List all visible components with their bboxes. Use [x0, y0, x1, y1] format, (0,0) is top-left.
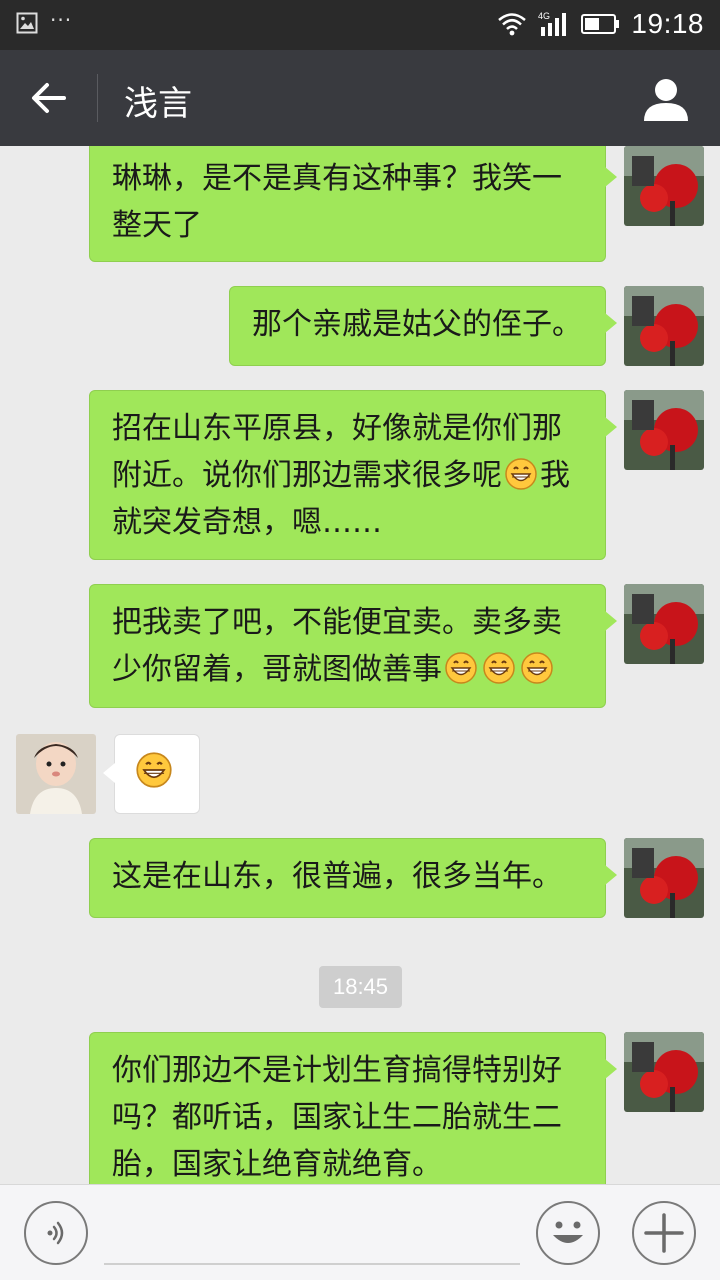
- message-text: 少你留着，哥就图做善事: [112, 652, 442, 687]
- smiley-icon: [553, 1221, 583, 1243]
- message-input[interactable]: [104, 1203, 520, 1265]
- grin-emoji-icon: [445, 652, 477, 684]
- message-bubble[interactable]: 这是在山东，很普遍，很多当年。: [89, 838, 617, 918]
- avatar-image: [624, 286, 704, 366]
- avatar-image: [16, 734, 96, 814]
- message-row: 这是在山东，很普遍，很多当年。: [0, 838, 720, 918]
- title-bar: 浅言: [0, 50, 720, 146]
- back-arrow-icon: [32, 83, 66, 113]
- contact-avatar[interactable]: [16, 734, 96, 814]
- more-dots-icon: ···: [50, 8, 73, 32]
- message-row: [0, 734, 720, 814]
- grin-emoji-icon: [483, 652, 515, 684]
- message-bubble[interactable]: 那个亲戚是姑父的侄子。: [229, 286, 617, 366]
- message-row: 招在山东平原县，好像就是你们那 附近。说你们那边需求很多呢 我 就突发奇想，嗯……: [0, 390, 720, 560]
- back-button[interactable]: [22, 74, 74, 122]
- network-label: 4G: [538, 11, 550, 21]
- message-row: 你们那边不是计划生育搞得特别好 吗？都听话，国家让生二胎就生二 胎，国家让绝育就…: [0, 1032, 720, 1184]
- title-divider: [97, 74, 98, 122]
- image-icon: [16, 12, 38, 34]
- voice-input-button[interactable]: [24, 1201, 88, 1265]
- status-bar: ··· 4G 19:18: [0, 0, 720, 50]
- message-bubble[interactable]: 你们那边不是计划生育搞得特别好 吗？都听话，国家让生二胎就生二 胎，国家让绝育就…: [89, 1032, 617, 1184]
- message-line: 少你留着，哥就图做善事: [112, 646, 583, 693]
- message-bubble[interactable]: [103, 734, 200, 814]
- grin-emoji-icon: [136, 752, 172, 788]
- message-text: 你们那边不是计划生育搞得特别好: [112, 1053, 562, 1088]
- clock: 19:18: [631, 8, 704, 39]
- message-text: 招在山东平原县，好像就是你们那: [112, 411, 562, 446]
- message-text: 就突发奇想，嗯……: [112, 505, 382, 540]
- signal-icon: 4G: [538, 11, 567, 36]
- my-avatar[interactable]: [624, 390, 704, 470]
- message-text: 整天了: [112, 208, 202, 243]
- chat-title: 浅言: [124, 84, 192, 124]
- message-text: 胎，国家让绝育就绝育。: [112, 1147, 442, 1182]
- grin-emoji-icon: [521, 652, 553, 684]
- chat-profile-button[interactable]: [642, 76, 690, 122]
- message-timestamp: 18:45: [319, 966, 402, 1008]
- my-avatar[interactable]: [624, 584, 704, 664]
- message-text: 吗？都听话，国家让生二胎就生二: [112, 1100, 562, 1135]
- my-avatar[interactable]: [624, 1032, 704, 1112]
- grin-emoji-icon: [505, 458, 537, 490]
- avatar-image: [624, 838, 704, 918]
- avatar-image: [624, 1032, 704, 1112]
- message-line: 附近。说你们那边需求很多呢 我: [112, 452, 583, 499]
- person-icon: [644, 79, 688, 121]
- voice-icon: [47, 1221, 64, 1245]
- wifi-icon: [498, 13, 527, 36]
- avatar-image: [624, 584, 704, 664]
- avatar-image: [624, 390, 704, 470]
- message-row: 那个亲戚是姑父的侄子。: [0, 286, 720, 366]
- my-avatar[interactable]: [624, 838, 704, 918]
- avatar-image: [624, 146, 704, 226]
- my-avatar[interactable]: [624, 286, 704, 366]
- message-text: 那个亲戚是姑父的侄子。: [252, 307, 582, 342]
- message-bubble[interactable]: 招在山东平原县，好像就是你们那 附近。说你们那边需求很多呢 我 就突发奇想，嗯……: [89, 390, 617, 560]
- message-list[interactable]: 琳琳，是不是真有这种事？我笑一 整天了 那个亲戚是姑父的侄子。 招在山东平原县，…: [0, 146, 720, 1184]
- battery-icon: [581, 14, 620, 34]
- emoji-button[interactable]: [536, 1201, 600, 1265]
- message-text: 附近。说你们那边需求很多呢: [112, 458, 502, 493]
- message-row: 把我卖了吧，不能便宜卖。卖多卖 少你留着，哥就图做善事: [0, 584, 720, 708]
- message-row: 琳琳，是不是真有这种事？我笑一 整天了: [0, 146, 720, 262]
- my-avatar[interactable]: [624, 146, 704, 226]
- message-text: 琳琳，是不是真有这种事？我笑一: [112, 161, 562, 196]
- plus-icon: [644, 1213, 684, 1253]
- message-text: 这是在山东，很普遍，很多当年。: [112, 859, 562, 894]
- message-bubble[interactable]: 把我卖了吧，不能便宜卖。卖多卖 少你留着，哥就图做善事: [89, 584, 617, 708]
- message-bubble[interactable]: 琳琳，是不是真有这种事？我笑一 整天了: [89, 146, 617, 262]
- message-text: 把我卖了吧，不能便宜卖。卖多卖: [112, 605, 562, 640]
- message-text: 我: [540, 458, 570, 493]
- input-bar: [0, 1184, 720, 1280]
- more-options-button[interactable]: [632, 1201, 696, 1265]
